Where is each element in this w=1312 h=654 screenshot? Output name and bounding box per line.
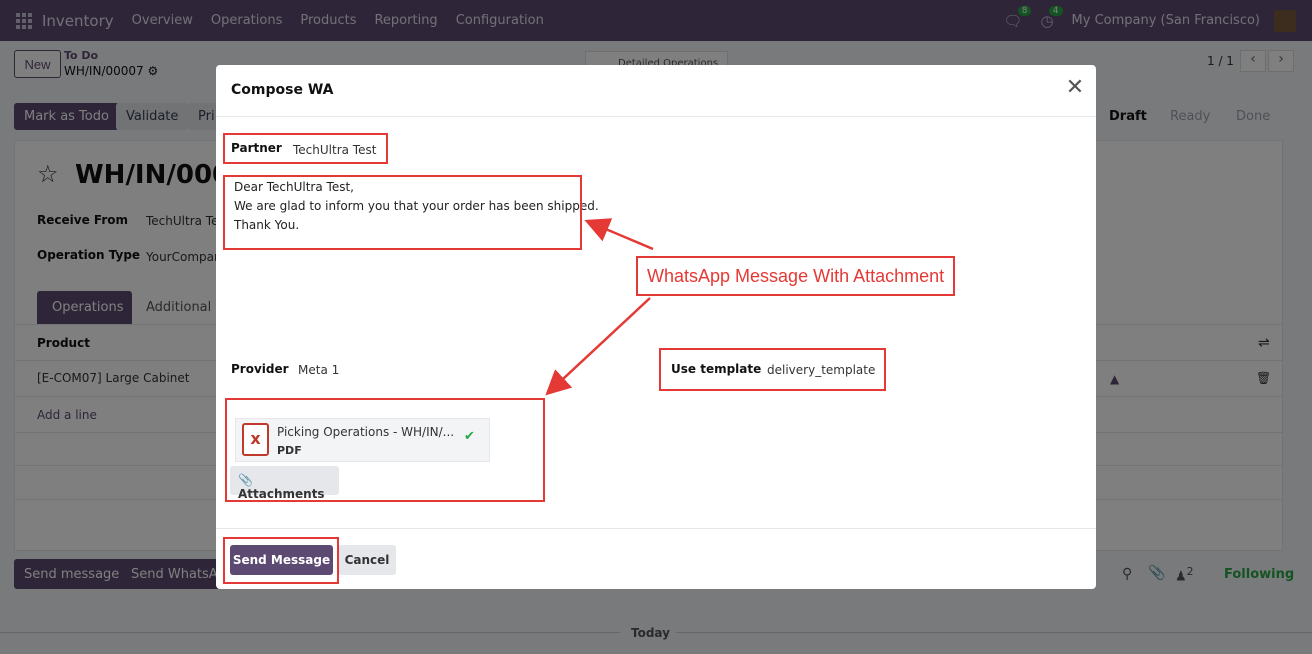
- send-highlight-box: [223, 537, 339, 584]
- cancel-button[interactable]: Cancel: [338, 545, 396, 575]
- partner-highlight-box: [223, 133, 388, 164]
- close-icon[interactable]: ✕: [1064, 77, 1086, 99]
- message-highlight-box: [223, 175, 582, 250]
- divider: [216, 528, 1096, 529]
- annotation-callout: WhatsApp Message With Attachment: [636, 256, 955, 296]
- modal-header: Compose WA ✕: [216, 65, 1096, 117]
- provider-field[interactable]: Meta 1: [298, 363, 339, 377]
- template-highlight-box: [659, 348, 886, 391]
- provider-label: Provider: [231, 362, 289, 376]
- modal-title: Compose WA: [231, 82, 334, 98]
- attachment-highlight-box: [225, 398, 545, 502]
